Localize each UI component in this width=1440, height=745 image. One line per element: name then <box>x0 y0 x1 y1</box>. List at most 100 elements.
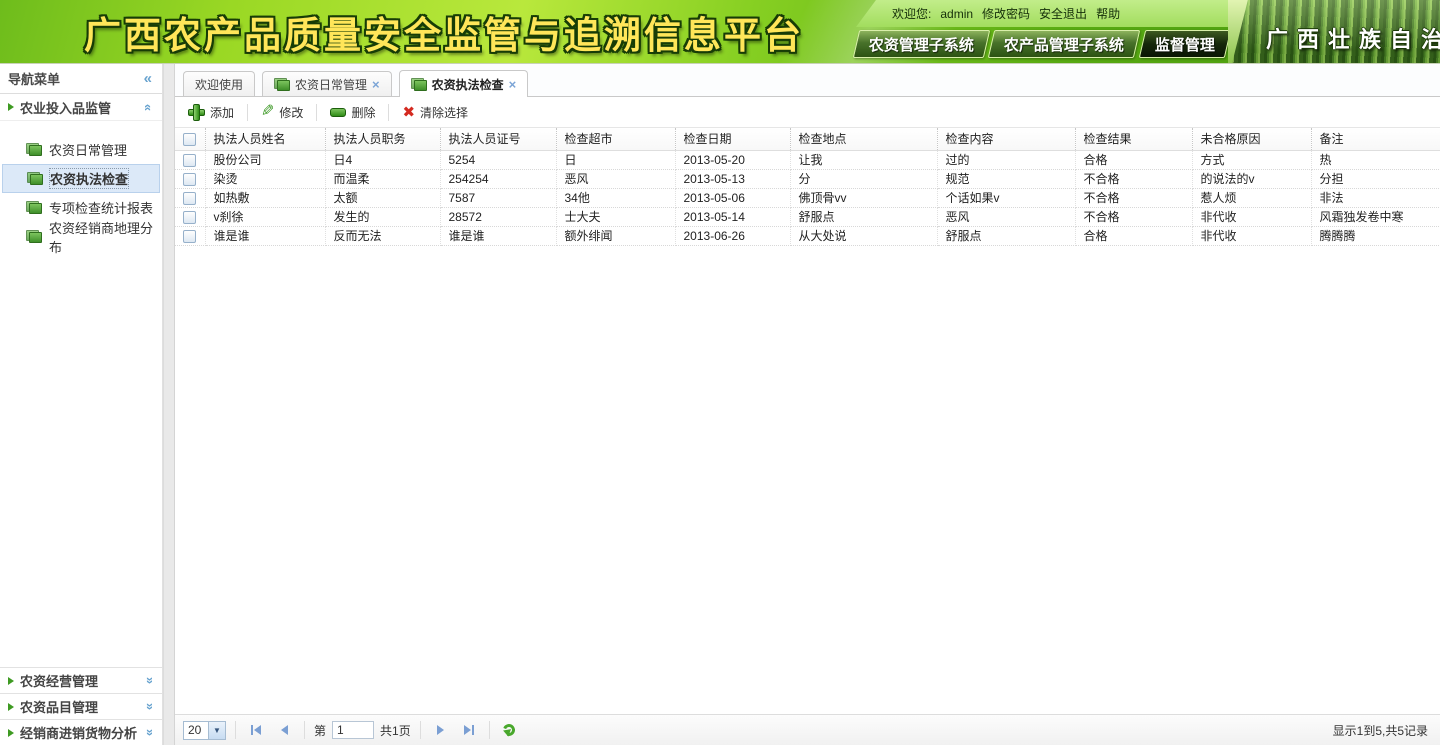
last-page-button[interactable] <box>458 720 480 740</box>
table-cell: 过的 <box>937 150 1075 169</box>
table-row[interactable]: 谁是谁反而无法谁是谁额外绯闻2013-06-26从大处说舒服点合格非代收腾腾腾 <box>175 226 1440 245</box>
table-cell: 额外绯闻 <box>556 226 675 245</box>
column-header: 检查日期 <box>675 128 790 150</box>
table-cell: 28572 <box>440 207 556 226</box>
next-page-icon <box>437 725 444 735</box>
close-icon[interactable]: × <box>509 78 517 91</box>
tab-label: 农资日常管理 <box>295 76 367 93</box>
toolbar-separator <box>316 104 317 121</box>
chevron-down-icon[interactable]: « <box>141 677 156 684</box>
sidebar-splitter[interactable] <box>163 64 175 745</box>
table-cell: 恶风 <box>937 207 1075 226</box>
table-cell: 风霜独发卷中寒 <box>1311 207 1440 226</box>
table-cell: 2013-05-14 <box>675 207 790 226</box>
sidebar-group-dealer-goods-analysis[interactable]: 经销商进销货物分析 « <box>0 719 162 745</box>
table-cell: 而温柔 <box>325 169 440 188</box>
close-icon[interactable]: × <box>372 78 380 91</box>
tab-daily-management[interactable]: 农资日常管理 × <box>262 71 392 96</box>
empty-grid-area <box>175 246 1440 715</box>
sidebar-group-agri-business-management[interactable]: 农资经营管理 « <box>0 667 162 693</box>
subsystem-tab-supervision[interactable]: 监督管理 <box>1138 30 1231 58</box>
table-cell: 恶风 <box>556 169 675 188</box>
refresh-icon[interactable] <box>501 722 517 738</box>
subsystem-tab-agri-materials[interactable]: 农资管理子系统 <box>853 30 991 58</box>
table-cell: 5254 <box>440 150 556 169</box>
table-cell: 太额 <box>325 188 440 207</box>
sidebar-item-dealer-geo-distribution[interactable]: 农资经销商地理分布 <box>2 222 160 251</box>
sidebar-item-daily-management[interactable]: 农资日常管理 <box>2 135 160 164</box>
clear-selection-button[interactable]: ✖ 清除选择 <box>397 101 473 124</box>
sidebar-group-label: 农资经营管理 <box>20 671 98 690</box>
row-checkbox[interactable] <box>183 230 196 243</box>
first-page-button[interactable] <box>245 720 267 740</box>
triangle-icon <box>8 703 14 711</box>
chevron-down-icon[interactable]: « <box>141 729 156 736</box>
current-page-input[interactable] <box>332 721 374 739</box>
sidebar-menu: 农资日常管理 农资执法检查 专项检查统计报表 农资经销商地理分布 <box>0 121 162 251</box>
pagination-bar: 20 ▼ 第 共1页 显示1到5,共5记录 <box>175 714 1440 745</box>
row-checkbox[interactable] <box>183 211 196 224</box>
last-page-icon <box>472 725 474 735</box>
logout-link[interactable]: 安全退出 <box>1039 5 1087 22</box>
tab-label: 欢迎使用 <box>195 76 243 93</box>
table-cell: 规范 <box>937 169 1075 188</box>
table-cell: 不合格 <box>1075 207 1192 226</box>
table-cell: 2013-05-13 <box>675 169 790 188</box>
subsystem-tab-agri-products[interactable]: 农产品管理子系统 <box>988 30 1141 58</box>
tab-welcome[interactable]: 欢迎使用 <box>183 71 255 96</box>
table-row[interactable]: 如热敷太额758734他2013-05-06佛顶骨vv个话如果v不合格惹人烦非法 <box>175 188 1440 207</box>
table-cell: 如热敷 <box>205 188 325 207</box>
table-cell: 谁是谁 <box>205 226 325 245</box>
table-row[interactable]: 染烫而温柔254254恶风2013-05-13分规范不合格的说法的v分担 <box>175 169 1440 188</box>
table-cell: 合格 <box>1075 150 1192 169</box>
add-button[interactable]: 添加 <box>183 101 239 124</box>
row-checkbox[interactable] <box>183 173 196 186</box>
sidebar-group-agri-category-management[interactable]: 农资品目管理 « <box>0 693 162 719</box>
triangle-icon <box>8 103 14 111</box>
select-all-header <box>175 128 205 150</box>
delete-icon <box>330 108 346 117</box>
row-checkbox[interactable] <box>183 192 196 205</box>
prev-page-button[interactable] <box>273 720 295 740</box>
change-password-link[interactable]: 修改密码 <box>982 5 1030 22</box>
table-cell: 谁是谁 <box>440 226 556 245</box>
banner-right-area: 欢迎您: admin 修改密码 安全退出 帮助 农资管理子系统 农产品管理子系统… <box>856 0 1228 63</box>
table-cell: 日4 <box>325 150 440 169</box>
sidebar-item-law-enforcement-check[interactable]: 农资执法检查 <box>2 164 160 193</box>
add-button-label: 添加 <box>210 104 234 121</box>
pager-separator <box>489 721 490 739</box>
table-cell: 254254 <box>440 169 556 188</box>
row-checkbox[interactable] <box>183 154 196 167</box>
region-label: 广西壮族自治区 <box>1266 22 1440 54</box>
subsystem-tab-label: 农资管理子系统 <box>861 34 982 55</box>
sidebar-collapse-icon[interactable]: « <box>144 70 152 87</box>
chevron-up-icon[interactable]: « <box>141 103 156 110</box>
sidebar-group-agri-input-supervision[interactable]: 农业投入品监管 « <box>0 94 162 121</box>
table-cell: 腾腾腾 <box>1311 226 1440 245</box>
page-size-select[interactable]: 20 ▼ <box>183 721 226 740</box>
table-cell: 士大夫 <box>556 207 675 226</box>
edit-icon: ✎ <box>261 104 274 120</box>
column-header: 检查内容 <box>937 128 1075 150</box>
tab-law-enforcement-check[interactable]: 农资执法检查 × <box>399 70 529 97</box>
table-cell: 发生的 <box>325 207 440 226</box>
document-icon <box>274 78 290 91</box>
last-page-icon <box>464 725 471 735</box>
sidebar-item-label: 农资经销商地理分布 <box>49 218 160 256</box>
column-header: 检查地点 <box>790 128 937 150</box>
table-cell: 个话如果v <box>937 188 1075 207</box>
next-page-button[interactable] <box>430 720 452 740</box>
table-row[interactable]: v刹徐发生的28572士大夫2013-05-14舒服点恶风不合格非代收风霜独发卷… <box>175 207 1440 226</box>
sidebar-group-label: 农业投入品监管 <box>20 98 111 117</box>
select-all-checkbox[interactable] <box>183 133 196 146</box>
chevron-down-icon[interactable]: « <box>141 703 156 710</box>
table-cell: 非法 <box>1311 188 1440 207</box>
sidebar-header: 导航菜单 « <box>0 64 162 94</box>
edit-button[interactable]: ✎ 修改 <box>256 101 308 124</box>
sidebar-item-label: 农资执法检查 <box>50 169 128 188</box>
sidebar-spacer <box>0 251 162 667</box>
help-link[interactable]: 帮助 <box>1096 5 1120 22</box>
table-row[interactable]: 股份公司日45254日2013-05-20让我过的合格方式热 <box>175 150 1440 169</box>
delete-button[interactable]: 删除 <box>325 101 380 124</box>
document-icon <box>26 201 42 214</box>
